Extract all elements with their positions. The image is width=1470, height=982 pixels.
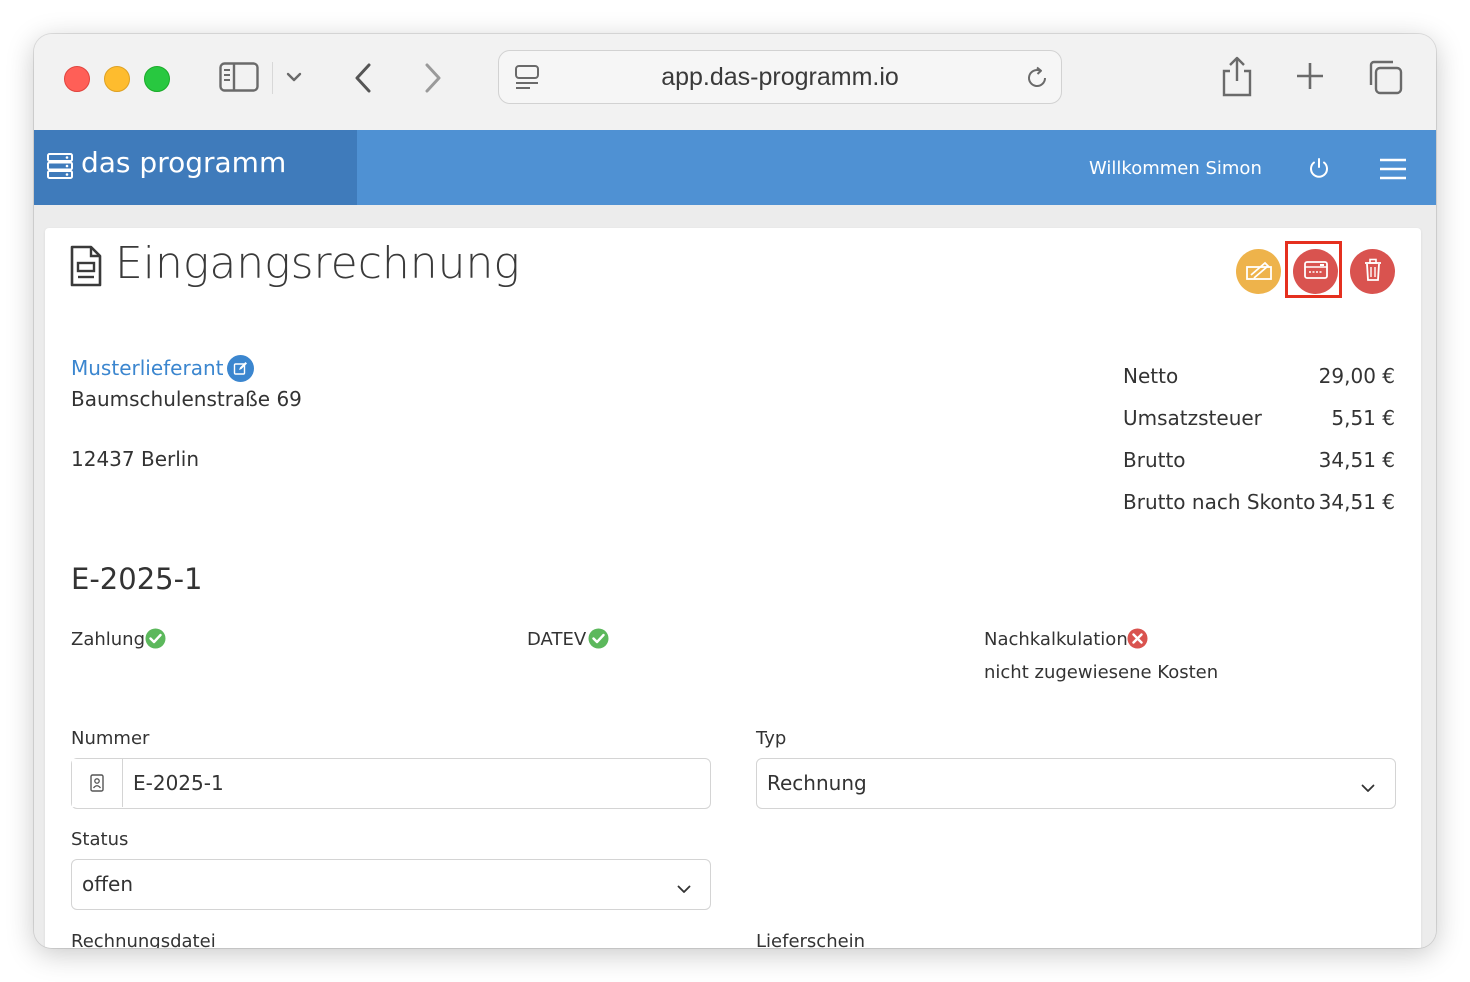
chevron-down-icon [1361, 778, 1375, 797]
nachkalkulation-label: Nachkalkulation [984, 629, 1128, 650]
typ-label: Typ [756, 728, 787, 749]
zahlung-label: Zahlung [71, 629, 146, 650]
id-badge-icon [72, 759, 123, 807]
server-icon [46, 152, 74, 184]
new-tab-icon[interactable] [1294, 60, 1326, 92]
datev-label: DATEV [527, 629, 587, 650]
status-value[interactable]: offen [82, 872, 133, 896]
chevron-down-icon[interactable] [282, 64, 306, 90]
sign-icon [1245, 259, 1273, 285]
forward-icon[interactable] [418, 58, 448, 98]
invoice-number-heading: E-2025-1 [71, 562, 203, 596]
document-icon [69, 244, 103, 292]
netto-value: 29,00 € [1318, 364, 1395, 388]
ust-label: Umsatzsteuer [1123, 406, 1262, 430]
status-label: Status [71, 829, 129, 850]
supplier-city: 12437 Berlin [71, 447, 200, 471]
payment-card-icon [1303, 260, 1329, 284]
brand[interactable]: das programm [34, 130, 357, 205]
typ-select[interactable]: Rechnung [756, 758, 1396, 809]
hamburger-menu-icon[interactable] [1379, 158, 1407, 184]
ust-value: 5,51 € [1331, 406, 1395, 430]
netto-label: Netto [1123, 364, 1179, 388]
trash-icon [1363, 258, 1383, 286]
supplier-street: Baumschulenstraße 69 [71, 387, 302, 411]
check-circle-icon [588, 628, 609, 653]
brutto-label: Brutto [1123, 448, 1186, 472]
address-bar[interactable]: app.das-programm.io [498, 50, 1062, 104]
zoom-window-button[interactable] [144, 66, 170, 92]
browser-window: app.das-programm.io das programm Willkom… [34, 34, 1436, 948]
close-window-button[interactable] [64, 66, 90, 92]
payment-button[interactable] [1293, 249, 1338, 294]
status-select[interactable]: offen [71, 859, 711, 910]
share-icon[interactable] [1220, 54, 1254, 98]
page-title: Eingangsrechnung [115, 238, 520, 289]
x-circle-icon [1127, 628, 1148, 653]
invoice-card: Eingangsrechnung Musterlieferant Baumsch… [45, 228, 1421, 948]
brand-name[interactable]: das programm [81, 146, 286, 179]
lieferschein-label: Lieferschein [756, 931, 866, 948]
skonto-value: 34,51 € [1318, 490, 1395, 514]
nummer-label: Nummer [71, 728, 150, 749]
nummer-value[interactable]: E-2025-1 [133, 771, 224, 795]
nummer-field[interactable]: E-2025-1 [71, 758, 711, 809]
sign-button[interactable] [1236, 249, 1281, 294]
app-navbar: das programm Willkommen Simon [34, 130, 1436, 205]
content-area: Eingangsrechnung Musterlieferant Baumsch… [34, 205, 1436, 948]
reload-icon[interactable] [1025, 65, 1051, 91]
skonto-label: Brutto nach Skonto [1123, 490, 1316, 514]
url-text[interactable]: app.das-programm.io [499, 51, 1061, 103]
sidebar-icon[interactable] [218, 60, 260, 94]
minimize-window-button[interactable] [104, 66, 130, 92]
edit-icon[interactable] [227, 355, 254, 382]
chevron-down-icon [677, 879, 691, 898]
supplier-link[interactable]: Musterlieferant [71, 356, 223, 380]
rechnungsdatei-label: Rechnungsdatei [71, 931, 216, 948]
delete-button[interactable] [1350, 249, 1395, 294]
toolbar-divider [272, 62, 273, 94]
tabs-overview-icon[interactable] [1366, 58, 1404, 96]
typ-value[interactable]: Rechnung [767, 771, 867, 795]
browser-toolbar: app.das-programm.io [34, 34, 1436, 131]
nachkalkulation-note: nicht zugewiesene Kosten [984, 662, 1219, 683]
welcome-text[interactable]: Willkommen Simon [1089, 158, 1262, 179]
power-icon[interactable] [1308, 157, 1330, 183]
check-circle-icon [145, 628, 166, 653]
back-icon[interactable] [348, 58, 378, 98]
brutto-value: 34,51 € [1318, 448, 1395, 472]
